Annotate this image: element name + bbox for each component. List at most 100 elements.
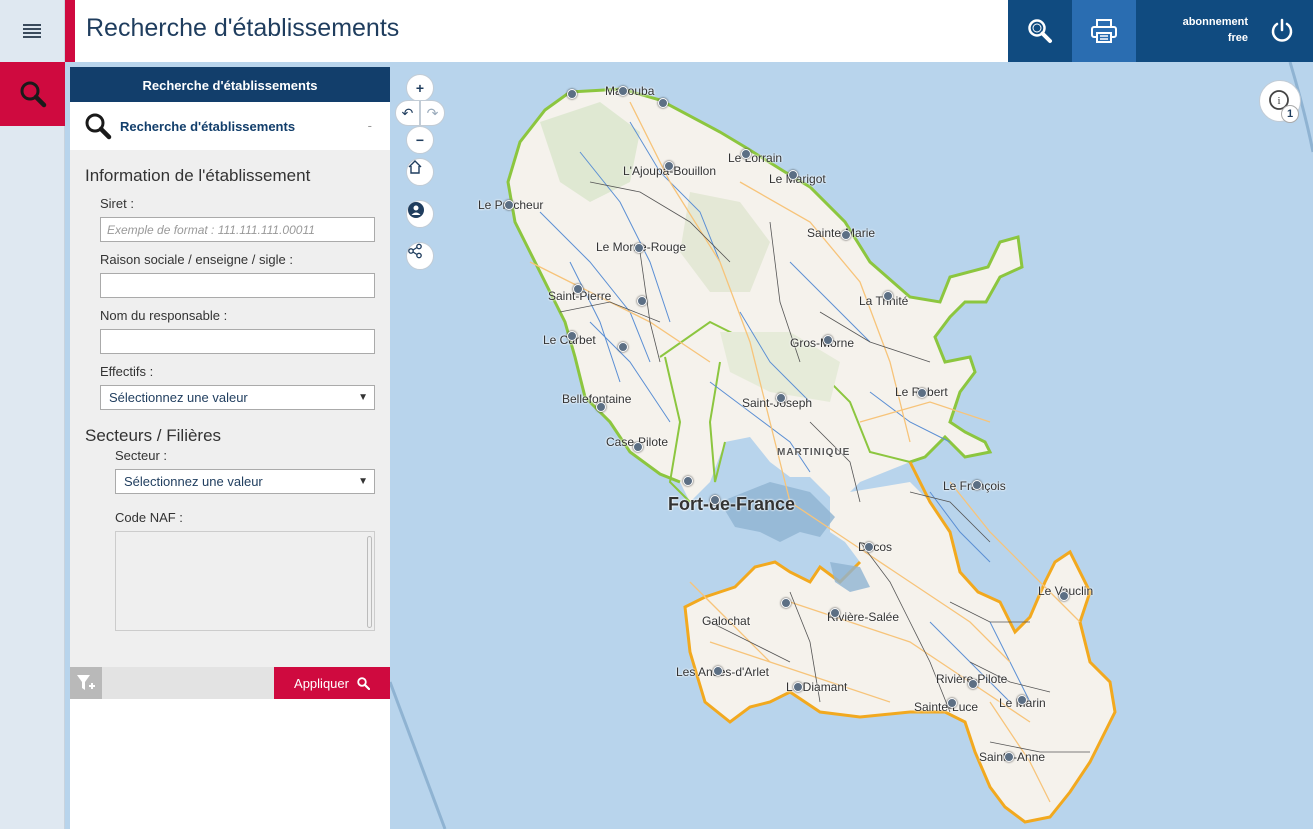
dropdown-arrow-icon: ▼ [358, 476, 368, 487]
map-pin[interactable] [830, 608, 840, 618]
siret-label: Siret : [100, 196, 134, 211]
map-pin[interactable] [573, 284, 583, 294]
map-pin[interactable] [596, 402, 606, 412]
undo-button[interactable]: ↶ [395, 100, 420, 126]
map-pin[interactable] [741, 149, 751, 159]
menu-button[interactable] [0, 0, 65, 62]
geolocate-button[interactable] [406, 200, 434, 228]
raison-label: Raison sociale / enseigne / sigle : [100, 252, 293, 267]
secteur-value: Sélectionnez une valeur [124, 474, 263, 489]
toolbar: abonnement free [1008, 0, 1313, 62]
accent-stripe [65, 0, 75, 62]
home-button[interactable] [406, 158, 434, 186]
info-button[interactable]: i 1 [1259, 80, 1301, 123]
map-pin[interactable] [972, 480, 982, 490]
share-button[interactable] [406, 242, 434, 270]
map-pin[interactable] [968, 679, 978, 689]
siret-field-group: Siret : [100, 196, 375, 242]
map-pin[interactable] [841, 230, 851, 240]
place-label: Fort-de-France [668, 494, 796, 514]
apply-button[interactable]: Appliquer [274, 667, 390, 699]
responsable-input[interactable] [100, 329, 375, 354]
map-pin[interactable] [634, 243, 644, 253]
section-label: Recherche d'établissements [120, 118, 296, 134]
section-header[interactable]: Recherche d'établissements - [70, 102, 390, 150]
info-count-badge: 1 [1281, 105, 1299, 123]
map-pin[interactable] [1059, 591, 1069, 601]
menu-icon [23, 24, 41, 38]
group-title-info: Information de l'établissement [85, 166, 311, 185]
siret-input[interactable] [100, 217, 375, 242]
search-icon [20, 81, 46, 108]
map-pin[interactable] [947, 698, 957, 708]
map-pin[interactable] [567, 89, 577, 99]
map-pin[interactable] [637, 296, 647, 306]
map-pin[interactable] [781, 598, 791, 608]
map-pin[interactable] [618, 342, 628, 352]
search-button[interactable] [1008, 0, 1072, 62]
map-pin[interactable] [788, 170, 798, 180]
secteur-field-group: Secteur : Sélectionnez une valeur ▼ [115, 448, 375, 494]
zoom-in-button[interactable]: + [406, 74, 434, 102]
raison-input[interactable] [100, 273, 375, 298]
secteur-select[interactable]: Sélectionnez une valeur ▼ [115, 469, 375, 494]
map-pin[interactable] [864, 542, 874, 552]
effectifs-field-group: Effectifs : Sélectionnez une valeur ▼ [100, 364, 375, 410]
region-label: MARTINIQUE [777, 447, 851, 458]
map-pin[interactable] [1017, 695, 1027, 705]
filter-add-icon [77, 675, 95, 690]
page-title: Recherche d'établissements [86, 14, 400, 42]
search-icon [1028, 19, 1052, 43]
place-label: Le Lorrain [728, 151, 783, 165]
map-view[interactable]: + ↶ ↷ − i 1 Macouba L'Ajoupa-Bouillon Le… [390, 62, 1313, 829]
map-pin[interactable] [633, 442, 643, 452]
svg-text:i: i [1277, 95, 1280, 107]
account-text: abonnement free [1183, 14, 1248, 46]
naf-label: Code NAF : [115, 510, 183, 525]
apply-label: Appliquer [294, 675, 349, 691]
map-pin[interactable] [664, 161, 674, 171]
zoom-out-button[interactable]: − [406, 126, 434, 154]
effectifs-select[interactable]: Sélectionnez une valeur ▼ [100, 385, 375, 410]
map-pin[interactable] [917, 388, 927, 398]
rail-search-button[interactable] [0, 62, 65, 126]
map-canvas [390, 62, 1313, 829]
panel-header: Recherche d'établissements [70, 67, 390, 102]
map-pin[interactable] [710, 495, 720, 505]
collapse-toggle[interactable]: - [368, 118, 372, 133]
dropdown-arrow-icon: ▼ [358, 392, 368, 403]
raison-field-group: Raison sociale / enseigne / sigle : [100, 252, 375, 298]
responsable-label: Nom du responsable : [100, 308, 228, 323]
map-pin[interactable] [618, 86, 628, 96]
map-pin[interactable] [1004, 752, 1014, 762]
map-pin[interactable] [776, 393, 786, 403]
map-pin[interactable] [883, 291, 893, 301]
left-rail [0, 62, 65, 829]
naf-scrollbar[interactable] [367, 536, 372, 628]
map-pin[interactable] [683, 476, 693, 486]
add-filter-button[interactable] [70, 667, 102, 699]
logout-button[interactable] [1269, 18, 1295, 49]
sea-arc [390, 681, 447, 829]
search-panel: Recherche d'établissements Recherche d'é… [70, 67, 390, 829]
naf-list[interactable] [115, 531, 375, 631]
account-area: abonnement free [1136, 0, 1313, 62]
power-icon [1271, 18, 1293, 42]
map-pin[interactable] [823, 335, 833, 345]
map-pin[interactable] [658, 98, 668, 108]
location-icon [408, 202, 424, 218]
map-pin[interactable] [567, 331, 577, 341]
history-nav: ↶ ↷ [395, 100, 445, 126]
secteur-label: Secteur : [115, 448, 168, 463]
print-icon [1091, 19, 1117, 43]
map-pin[interactable] [504, 200, 514, 210]
share-icon [408, 243, 422, 259]
place-label: Gros-Morne [790, 336, 855, 350]
map-pin[interactable] [793, 682, 803, 692]
map-pin[interactable] [713, 666, 723, 676]
panel-footer: Appliquer [70, 667, 390, 699]
group-title-sectors: Secteurs / Filières [85, 426, 222, 445]
redo-button[interactable]: ↷ [420, 100, 445, 126]
account-plan: free [1227, 32, 1248, 44]
print-button[interactable] [1072, 0, 1136, 62]
